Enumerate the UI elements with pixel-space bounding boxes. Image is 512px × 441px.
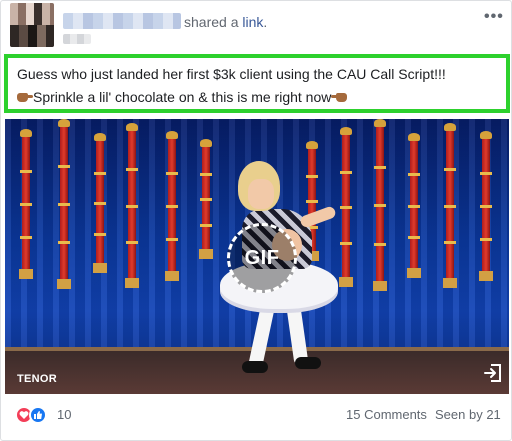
trophy (479, 131, 493, 281)
tenor-attribution: TENOR (17, 373, 57, 385)
pointing-hand-icon (331, 91, 347, 103)
shared-suffix: . (263, 14, 268, 30)
post-card: shared a link. ••• Guess who just landed… (0, 0, 512, 441)
trophy (165, 131, 179, 281)
trophy (199, 139, 213, 259)
trophy (443, 123, 457, 288)
more-options-icon[interactable]: ••• (484, 7, 504, 27)
post-footer: 10 15 Comments Seen by 21 (1, 396, 512, 436)
open-external-icon[interactable] (483, 363, 503, 383)
post-message-highlight: Guess who just landed her first $3k clie… (4, 54, 510, 113)
shared-action-text: shared a link. (184, 14, 267, 30)
trophy (407, 133, 421, 278)
message-line-1: Guess who just landed her first $3k clie… (17, 66, 446, 82)
comments-count-link[interactable]: 15 Comments (346, 407, 427, 422)
trophy (125, 123, 139, 288)
trophy (19, 129, 33, 279)
like-reaction-icon (29, 406, 47, 424)
shared-prefix: shared a (184, 14, 243, 30)
trophy (57, 119, 71, 289)
avatar[interactable] (10, 3, 54, 47)
reactions-summary[interactable] (15, 406, 55, 424)
trophy (93, 133, 107, 273)
trophy (339, 127, 353, 287)
reaction-count[interactable]: 10 (57, 407, 71, 422)
gif-play-badge[interactable]: GIF (227, 223, 297, 293)
post-timestamp-redacted (63, 34, 91, 44)
trophy (373, 119, 387, 291)
message-line-2: Sprinkle a lil' chocolate on & this is m… (17, 89, 347, 105)
shared-link[interactable]: link (242, 14, 263, 30)
post-header: shared a link. ••• (1, 1, 512, 51)
author-name-redacted[interactable] (63, 13, 181, 29)
pointing-hand-icon (17, 91, 33, 103)
seen-by-count[interactable]: Seen by 21 (435, 407, 501, 422)
gif-media[interactable]: GIF TENOR (5, 119, 509, 394)
message-line-2-text: Sprinkle a lil' chocolate on & this is m… (33, 89, 332, 105)
